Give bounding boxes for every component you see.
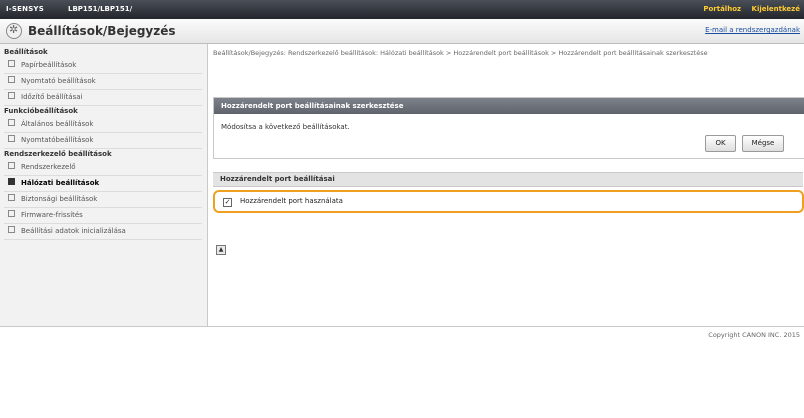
sidebar-section-settings: Beállítások xyxy=(4,48,48,56)
sidebar-section-functions: Funkcióbeállítások xyxy=(4,107,78,115)
portal-link[interactable]: Portálhoz xyxy=(703,5,741,13)
mail-admin-link[interactable]: E-mail a rendszergazdának xyxy=(705,26,800,34)
top-bar: I-SENSYS LBP151/LBP151/ Portálhoz Kijele… xyxy=(0,0,804,19)
sidebar-item-firmware[interactable]: Firmware-frissítés xyxy=(4,208,202,224)
bullet-icon xyxy=(8,178,15,185)
edit-panel-header: Hozzárendelt port beállításainak szerkes… xyxy=(214,98,804,114)
ok-button[interactable]: OK xyxy=(705,135,736,152)
footer-divider xyxy=(0,326,804,327)
breadcrumb: Beállítások/Bejegyzés: Rendszerkezelő be… xyxy=(213,49,708,57)
edit-panel: Hozzárendelt port beállításainak szerkes… xyxy=(213,97,804,159)
top-links: Portálhoz Kijelentkezé xyxy=(695,5,800,13)
sidebar-item-init[interactable]: Beállítási adatok inicializálása xyxy=(4,224,202,240)
sidebar-item-general[interactable]: Általános beállítások xyxy=(4,117,202,133)
dedicated-port-label: Hozzárendelt port használata xyxy=(240,197,343,205)
settings-gear-icon xyxy=(6,23,22,39)
bullet-icon xyxy=(8,135,15,142)
bullet-icon xyxy=(8,92,15,99)
sidebar-item-admin[interactable]: Rendszerkezelő xyxy=(4,160,202,176)
bullet-icon xyxy=(8,60,15,67)
bullet-icon xyxy=(8,162,15,169)
settings-panel-header: Hozzárendelt port beállításai xyxy=(213,172,803,187)
sidebar: Beállítások Papírbeállítások Nyomtató be… xyxy=(0,44,208,326)
sidebar-item-network[interactable]: Hálózati beállítások xyxy=(4,176,202,192)
bullet-icon xyxy=(8,226,15,233)
main-content: Beállítások/Bejegyzés: Rendszerkezelő be… xyxy=(208,44,804,326)
highlight-box: ✓ Hozzárendelt port használata xyxy=(213,190,804,213)
sidebar-item-timer[interactable]: Időzítő beállításai xyxy=(4,90,202,106)
sidebar-item-paper[interactable]: Papírbeállítások xyxy=(4,58,202,74)
sidebar-section-admin: Rendszerkezelő beállítások xyxy=(4,150,112,158)
cancel-button[interactable]: Mégse xyxy=(742,135,784,152)
bullet-icon xyxy=(8,210,15,217)
edit-panel-message: Módosítsa a következő beállításokat. xyxy=(221,123,350,131)
page-title: Beállítások/Bejegyzés xyxy=(28,24,176,38)
bullet-icon xyxy=(8,119,15,126)
sidebar-item-printer[interactable]: Nyomtató beállítások xyxy=(4,74,202,90)
printer-model: LBP151/LBP151/ xyxy=(68,5,133,13)
bullet-icon xyxy=(8,194,15,201)
copyright: Copyright CANON INC. 2015 xyxy=(708,331,800,339)
sidebar-item-print-settings[interactable]: Nyomtatóbeállítások xyxy=(4,133,202,149)
dedicated-port-row: ✓ Hozzárendelt port használata xyxy=(223,197,343,207)
dedicated-port-checkbox[interactable]: ✓ xyxy=(223,198,232,207)
brand-name: I-SENSYS xyxy=(6,5,44,13)
back-to-top-icon[interactable]: ▲ xyxy=(216,245,226,255)
logout-link[interactable]: Kijelentkezé xyxy=(752,5,800,13)
sidebar-item-security[interactable]: Biztonsági beállítások xyxy=(4,192,202,208)
title-bar: Beállítások/Bejegyzés E-mail a rendszerg… xyxy=(0,19,804,44)
bullet-icon xyxy=(8,76,15,83)
